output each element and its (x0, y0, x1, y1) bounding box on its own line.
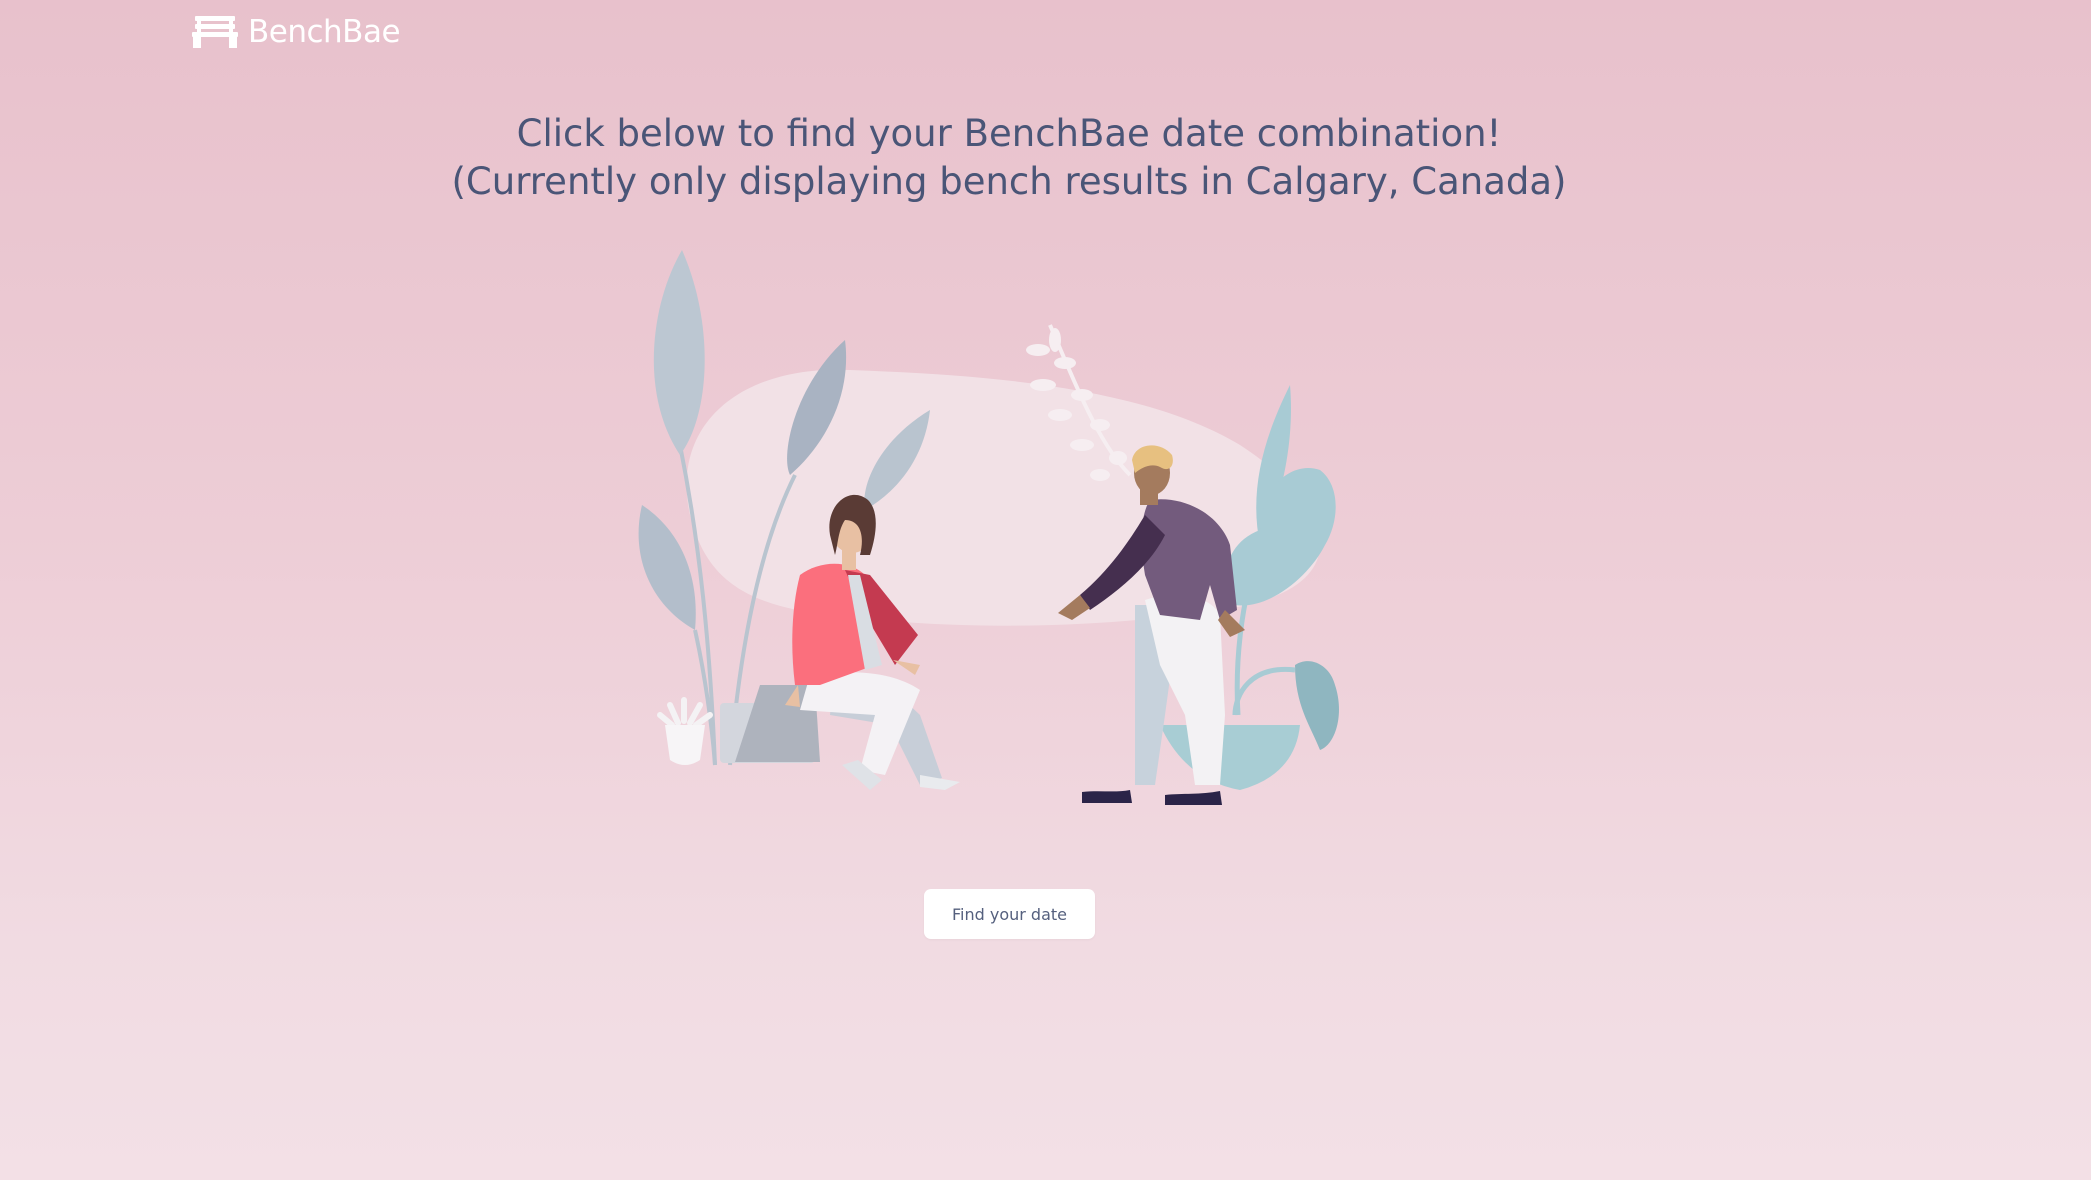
brand-name: BenchBae (248, 14, 401, 50)
couple-meeting-illustration (620, 245, 1400, 815)
bench-icon (192, 16, 238, 48)
headline: Click below to find your BenchBae date c… (0, 110, 2018, 206)
brand-home-link[interactable]: BenchBae (192, 12, 401, 52)
find-your-date-button[interactable]: Find your date (924, 889, 1095, 939)
headline-line-1: Click below to find your BenchBae date c… (516, 112, 1502, 155)
small-potted-plant (657, 697, 713, 765)
headline-line-2: (Currently only displaying bench results… (451, 160, 1567, 203)
illustration-canvas (638, 250, 1340, 805)
